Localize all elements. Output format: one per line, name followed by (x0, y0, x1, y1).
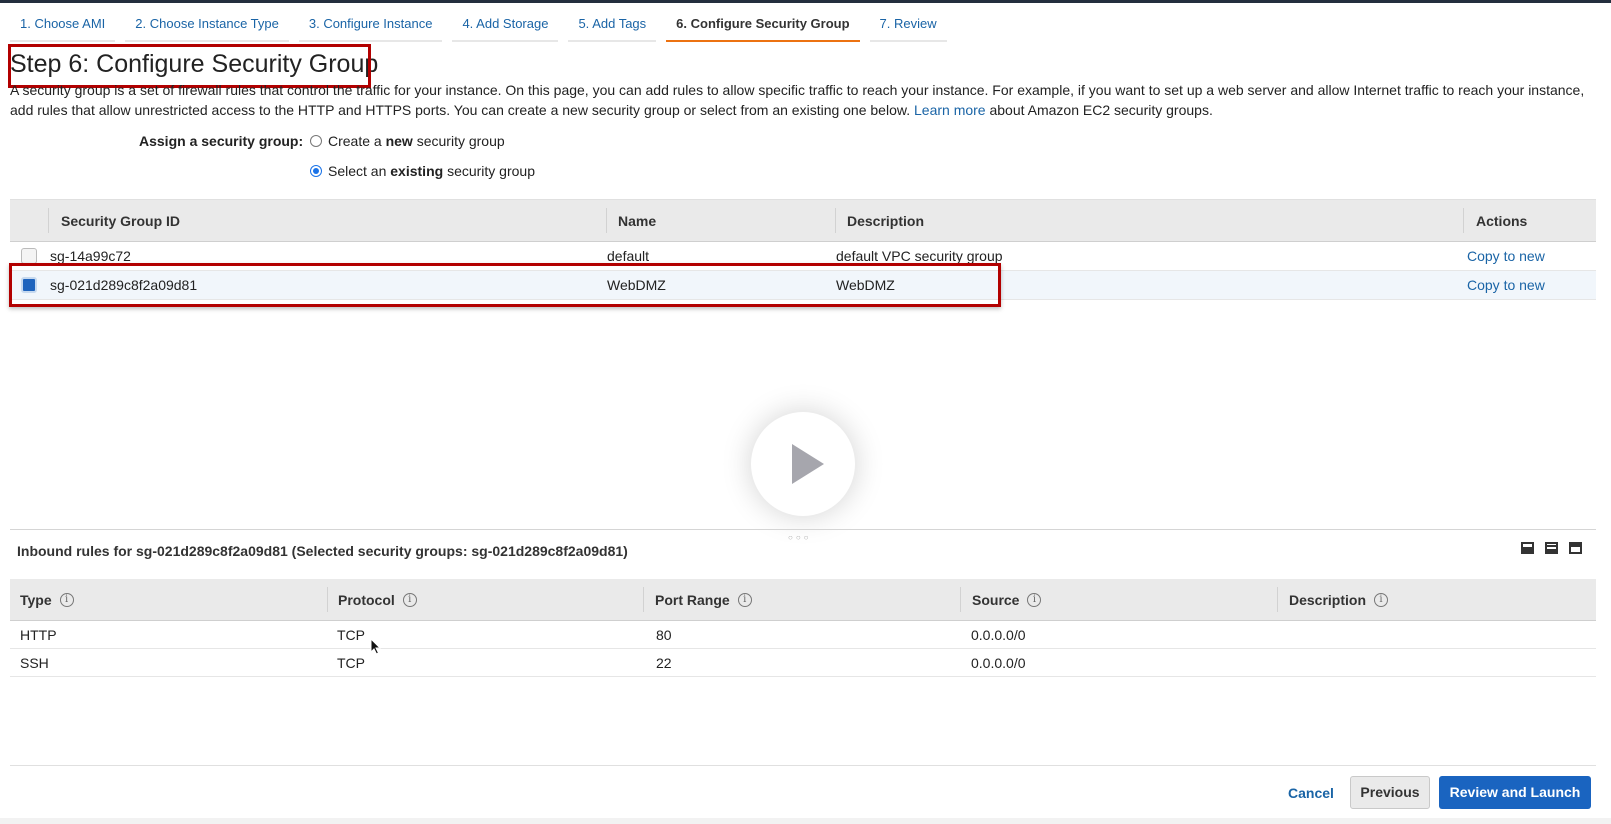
tab-choose-ami[interactable]: 1. Choose AMI (10, 6, 116, 42)
radio-create-new[interactable]: Create a new security group (310, 133, 505, 149)
bottom-bar (0, 818, 1611, 824)
rule-port-range: 22 (656, 655, 672, 671)
radio-create-new-button[interactable] (310, 135, 322, 147)
table-row: HTTP TCP 80 0.0.0.0/0 (10, 621, 1596, 649)
rule-type: SSH (20, 655, 49, 671)
rule-source: 0.0.0.0/0 (971, 655, 1026, 671)
column-header-name[interactable]: Name (618, 213, 656, 229)
tab-review[interactable]: 7. Review (869, 6, 947, 42)
tab-add-tags[interactable]: 5. Add Tags (568, 6, 657, 42)
panel-top-icon[interactable] (1569, 542, 1582, 554)
rule-protocol: TCP (337, 655, 365, 671)
tab-configure-security-group[interactable]: 6. Configure Security Group (666, 6, 860, 42)
resize-grip-icon[interactable]: ○○○ (788, 533, 812, 542)
panel-bottom-icon[interactable] (1521, 542, 1534, 554)
copy-to-new-link[interactable]: Copy to new (1467, 248, 1545, 264)
column-separator (835, 208, 836, 233)
security-group-table-header: Security Group ID Name Description Actio… (10, 199, 1596, 242)
panel-divider[interactable] (10, 529, 1596, 530)
column-header-port-range[interactable]: Port Range i (655, 592, 752, 608)
wizard-tabs: 1. Choose AMI 2. Choose Instance Type 3.… (10, 6, 957, 42)
radio-select-existing[interactable]: Select an existing security group (310, 163, 535, 179)
footer-divider (10, 765, 1596, 766)
column-header-security-group-id[interactable]: Security Group ID (61, 213, 180, 229)
column-separator (1463, 208, 1464, 233)
top-bar (0, 0, 1611, 3)
intro-text: A security group is a set of firewall ru… (10, 82, 1585, 118)
column-separator (327, 587, 328, 612)
radio-select-existing-button[interactable] (310, 165, 322, 177)
radio-select-existing-post: security group (447, 163, 535, 179)
column-header-actions: Actions (1476, 213, 1528, 229)
info-icon[interactable]: i (737, 593, 752, 607)
column-header-type-label: Type (20, 592, 52, 608)
radio-select-existing-pre: Select an (328, 163, 387, 179)
rule-type: HTTP (20, 627, 57, 643)
security-group-name: default (607, 248, 650, 264)
column-header-type[interactable]: Type i (20, 592, 74, 608)
info-icon[interactable]: i (402, 593, 417, 607)
intro-paragraph: A security group is a set of firewall ru… (10, 80, 1590, 120)
column-header-source[interactable]: Source i (972, 592, 1042, 608)
tab-configure-instance[interactable]: 3. Configure Instance (298, 6, 443, 42)
mouse-cursor-icon (370, 638, 382, 655)
copy-to-new-link[interactable]: Copy to new (1467, 277, 1545, 293)
table-row: SSH TCP 22 0.0.0.0/0 (10, 649, 1596, 677)
column-header-source-label: Source (972, 592, 1020, 608)
learn-more-link[interactable]: Learn more (914, 102, 986, 118)
selected-row-highlight-box (9, 263, 1001, 307)
column-header-protocol-label: Protocol (338, 592, 395, 608)
radio-create-new-pre: Create a (328, 133, 382, 149)
column-header-port-range-label: Port Range (655, 592, 730, 608)
column-separator (48, 208, 49, 233)
assign-security-group-label: Assign a security group: (139, 133, 304, 149)
panel-split-icon[interactable] (1545, 542, 1558, 554)
tab-choose-instance-type[interactable]: 2. Choose Instance Type (125, 6, 289, 42)
inbound-rules-table: Type i Protocol i Port Range i Source i Desc… (10, 579, 1596, 677)
review-and-launch-button[interactable]: Review and Launch (1439, 776, 1591, 809)
rule-source: 0.0.0.0/0 (971, 627, 1026, 643)
intro-suffix: about Amazon EC2 security groups. (989, 102, 1213, 118)
panel-layout-controls (1521, 542, 1593, 554)
inbound-rules-header: Type i Protocol i Port Range i Source i Desc… (10, 579, 1596, 621)
column-header-protocol[interactable]: Protocol i (338, 592, 417, 608)
rule-protocol: TCP (337, 627, 365, 643)
row-checkbox[interactable] (21, 248, 37, 264)
info-icon[interactable]: i (59, 593, 74, 607)
column-separator (960, 587, 961, 612)
column-separator (643, 587, 644, 612)
column-header-description[interactable]: Description i (1289, 592, 1389, 608)
play-icon (792, 444, 824, 484)
rule-port-range: 80 (656, 627, 672, 643)
column-header-description[interactable]: Description (847, 213, 924, 229)
tab-add-storage[interactable]: 4. Add Storage (452, 6, 559, 42)
column-header-description-label: Description (1289, 592, 1367, 608)
column-separator (1277, 587, 1278, 612)
info-icon[interactable]: i (1027, 593, 1042, 607)
previous-button[interactable]: Previous (1350, 776, 1430, 809)
security-group-id: sg-14a99c72 (50, 248, 131, 264)
play-button[interactable] (751, 412, 855, 516)
info-icon[interactable]: i (1374, 593, 1389, 607)
radio-create-new-post: security group (416, 133, 505, 149)
column-separator (606, 208, 607, 233)
cancel-button[interactable]: Cancel (1288, 785, 1334, 801)
security-group-description: default VPC security group (836, 248, 1003, 264)
radio-create-new-bold: new (385, 133, 413, 149)
inbound-rules-title: Inbound rules for sg-021d289c8f2a09d81 (… (17, 543, 628, 559)
radio-select-existing-bold: existing (390, 163, 444, 179)
